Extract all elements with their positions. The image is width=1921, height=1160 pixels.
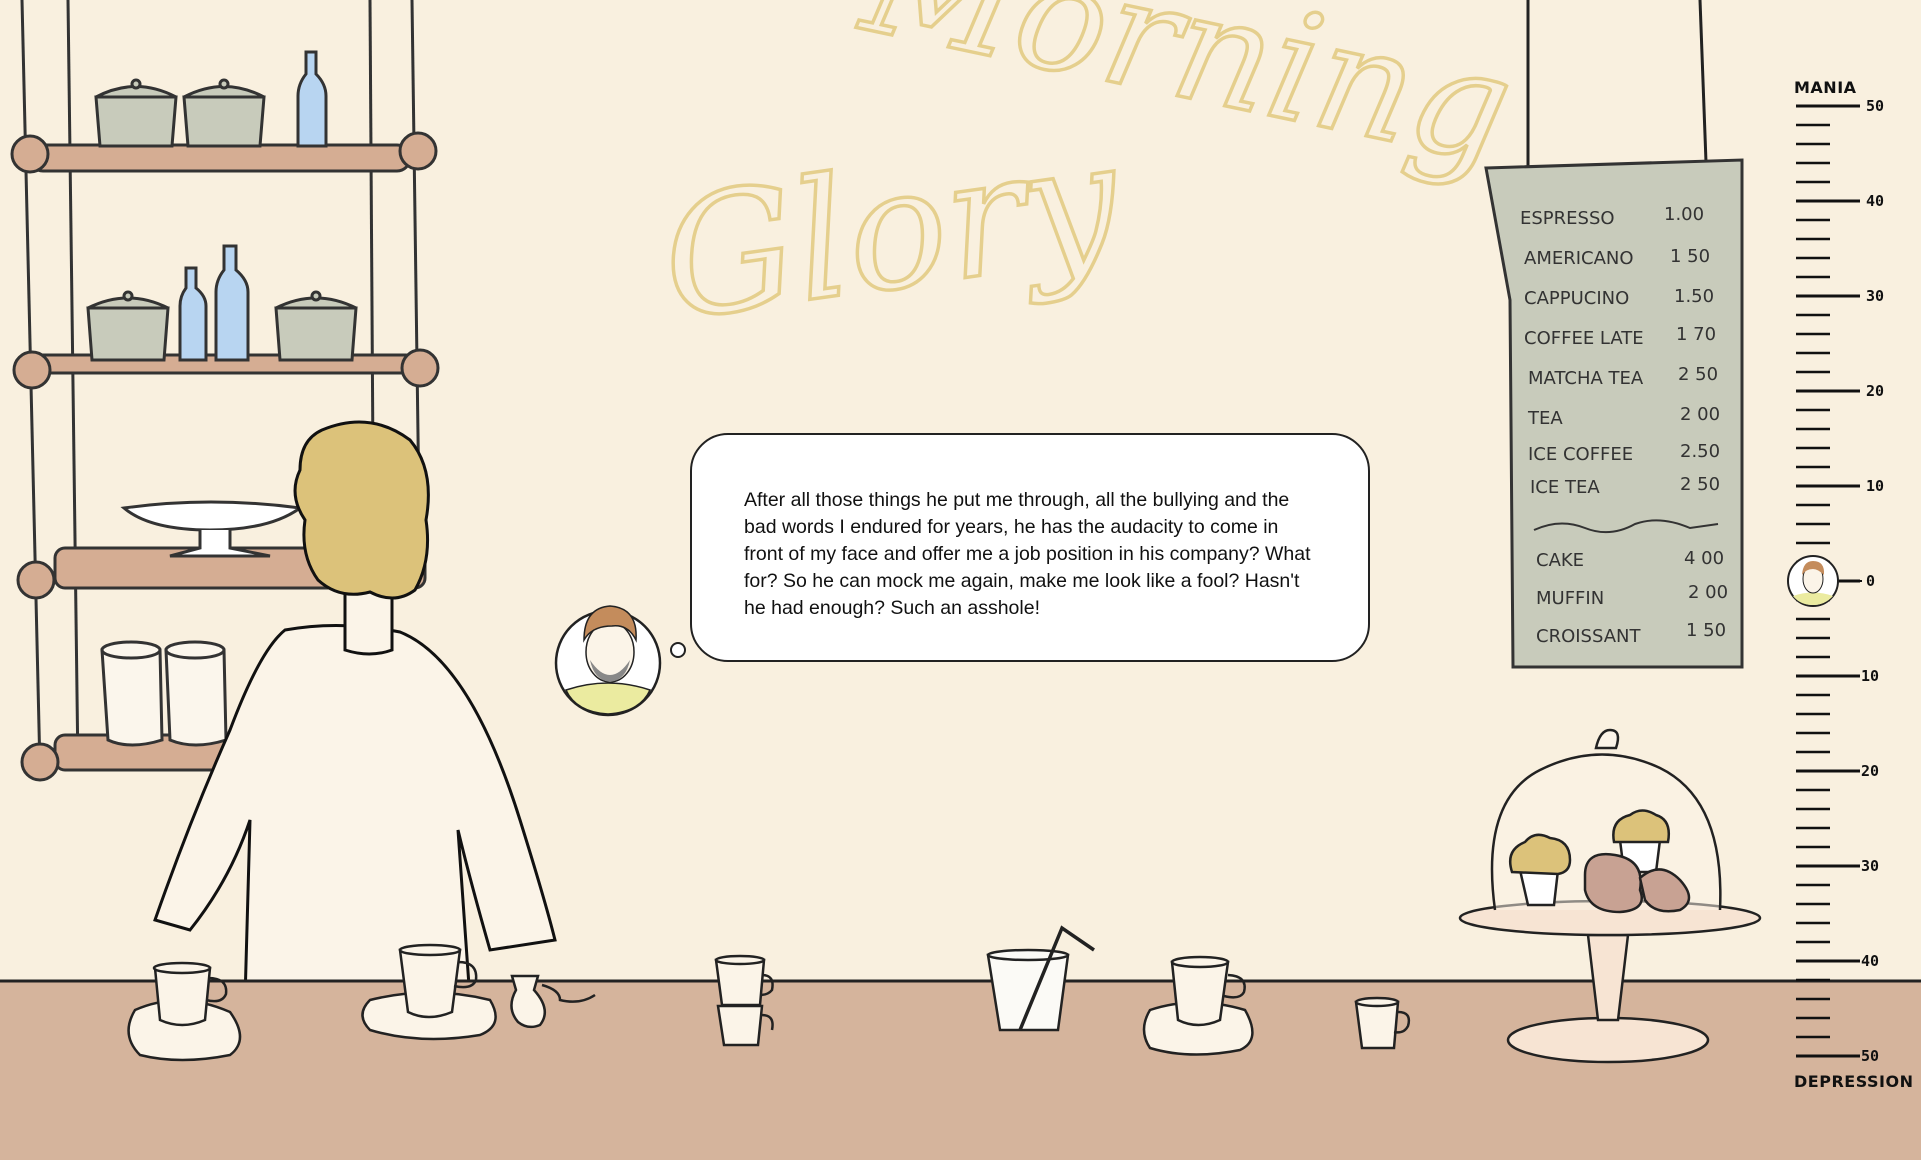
meter-tick-label: 40 [1866, 192, 1884, 210]
menu-item-name: MUFFIN [1536, 588, 1604, 609]
meter-tick-label: 20 [1866, 382, 1884, 400]
neon-sign: Morning Glory [649, 0, 1527, 359]
menu-item-name: MATCHA TEA [1528, 368, 1644, 389]
menu-item-name: ICE COFFEE [1528, 444, 1633, 465]
menu-item-name: CAPPUCINO [1524, 288, 1629, 309]
menu-item-price: 2 00 [1680, 404, 1720, 425]
menu-item-price: 1.50 [1674, 286, 1714, 307]
meter-tick-label: -10 [1852, 667, 1879, 685]
meter-tick-label: 10 [1866, 477, 1884, 495]
menu-item-name: ESPRESSO [1520, 208, 1615, 229]
mood-marker-avatar [1787, 555, 1862, 607]
menu-item-name: CAKE [1536, 550, 1584, 571]
menu-item-price: 2 50 [1678, 364, 1718, 385]
meter-tick-label: -30 [1852, 857, 1879, 875]
mood-meter-top-label: MANIA [1794, 78, 1857, 97]
menu-item-price: 1 50 [1686, 620, 1726, 641]
thought-bubble: After all those things he put me through… [690, 433, 1370, 662]
counter [0, 979, 1921, 1160]
menu-item-price: 2.50 [1680, 441, 1720, 462]
mood-meter-bottom-label: DEPRESSION [1794, 1072, 1914, 1091]
menu-item-price: 1.00 [1664, 204, 1704, 225]
meter-tick-label: -20 [1852, 762, 1879, 780]
menu-item-price: 1 50 [1670, 246, 1710, 267]
mood-meter: 50 40 30 20 10 0 -10 -20 -30 -40 -50 [1787, 97, 1884, 1065]
menu-item-name: TEA [1527, 408, 1563, 429]
meter-tick-label: -40 [1852, 952, 1879, 970]
meter-tick-label: 30 [1866, 287, 1884, 305]
menu-item-price: 1 70 [1676, 324, 1716, 345]
cafe-scene: Morning Glory ESPRESSO 1.00 AMERICANO 1 … [0, 0, 1921, 1160]
menu-item-price: 2 50 [1680, 474, 1720, 495]
meter-tick-label: 0 [1866, 572, 1875, 590]
menu-item-name: AMERICANO [1524, 248, 1634, 269]
thought-portrait [554, 605, 686, 717]
meter-tick-label: -50 [1852, 1047, 1879, 1065]
menu-item-name: CROISSANT [1536, 626, 1642, 647]
thought-text: After all those things he put me through… [744, 489, 1311, 619]
meter-tick-label: 50 [1866, 97, 1884, 115]
menu-item-name: ICE TEA [1530, 477, 1600, 498]
menu-item-price: 2 00 [1688, 582, 1728, 603]
menu-item-name: COFFEE LATE [1524, 328, 1644, 349]
neon-sign-glory: Glory [651, 103, 1131, 357]
menu-item-price: 4 00 [1684, 548, 1724, 569]
